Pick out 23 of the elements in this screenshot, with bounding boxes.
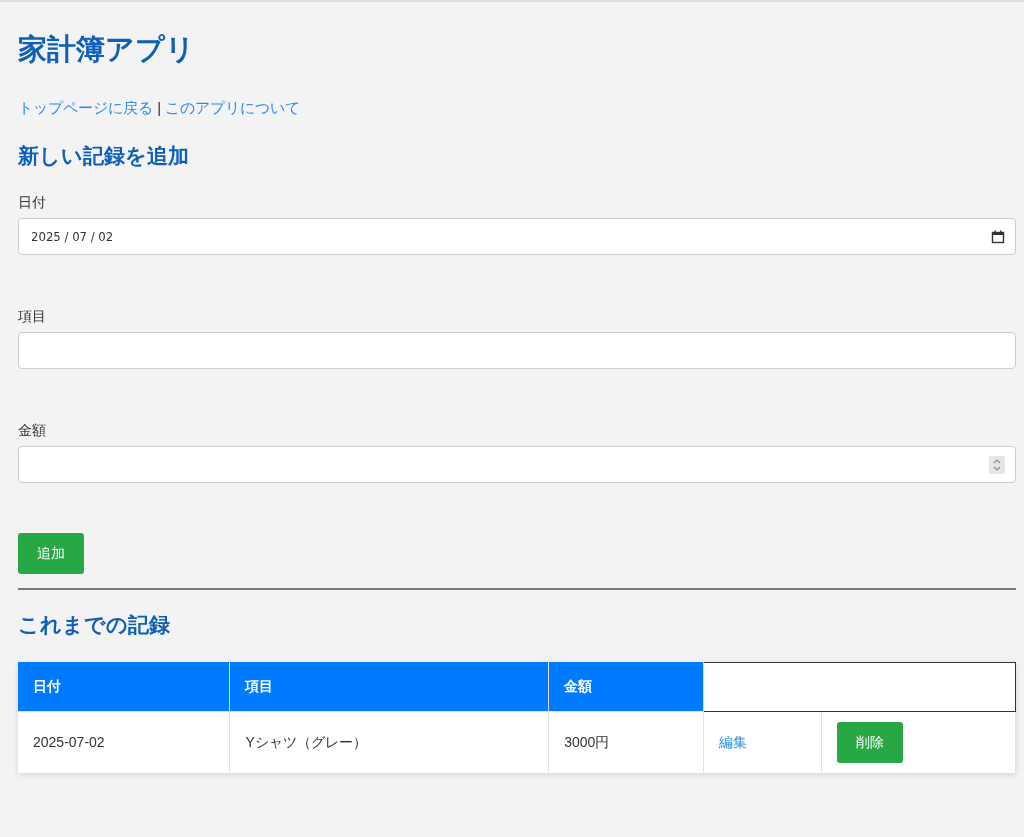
- column-header: 日付: [18, 662, 230, 712]
- number-field[interactable]: [18, 446, 1016, 484]
- calendar-icon[interactable]: [991, 230, 1005, 244]
- separator: |: [157, 98, 162, 116]
- delete-button[interactable]: 削除: [837, 721, 904, 763]
- nav-link[interactable]: トップページに戻る: [18, 98, 153, 116]
- nav-link[interactable]: このアプリについて: [165, 98, 301, 116]
- table-cell: 3000円: [548, 711, 704, 774]
- column-header: 金額: [548, 662, 704, 712]
- field-label: 項目: [18, 307, 47, 327]
- table-cell: Yシャツ（グレー）: [229, 711, 549, 774]
- text-field[interactable]: [18, 332, 1016, 370]
- add-button[interactable]: 追加: [18, 533, 84, 575]
- table-cell: 2025-07-02: [18, 711, 230, 774]
- field-label: 金額: [18, 421, 47, 441]
- date-field[interactable]: 2025 / 07 / 02: [18, 218, 1016, 256]
- page-title: 家計簿アプリ: [18, 32, 196, 67]
- section-heading: これまでの記録: [18, 612, 171, 638]
- spinner-icon[interactable]: [989, 456, 1005, 474]
- field-label: 日付: [18, 193, 47, 213]
- column-header: 項目: [229, 662, 549, 712]
- section-heading: 新しい記録を追加: [18, 143, 190, 169]
- edit-link[interactable]: 編集: [719, 733, 748, 750]
